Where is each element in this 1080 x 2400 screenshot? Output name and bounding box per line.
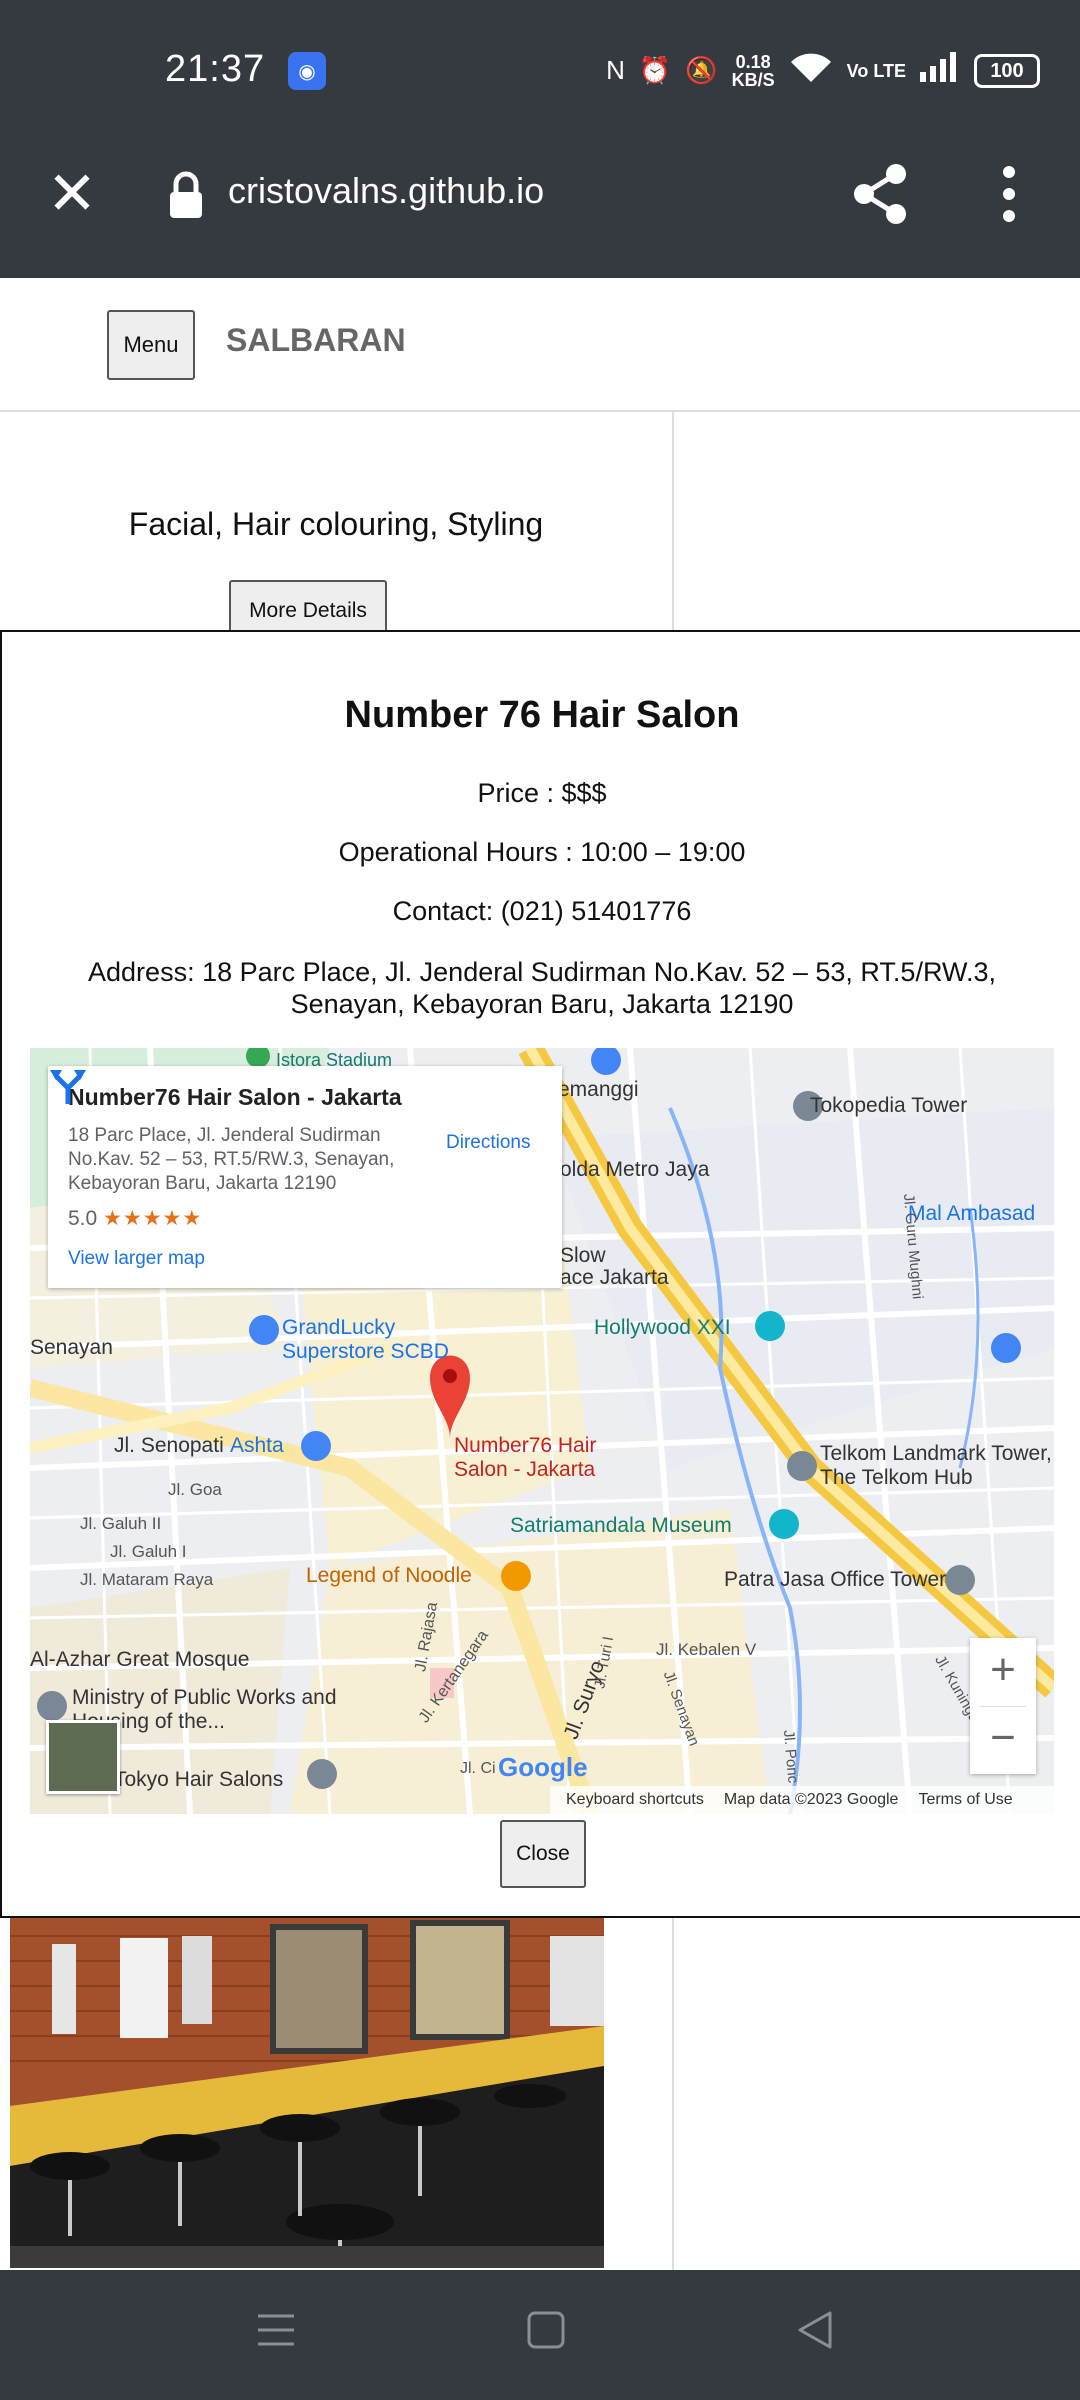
salon-hours: Operational Hours : 10:00 – 19:00 (338, 837, 746, 867)
more-options-icon[interactable] (994, 164, 1024, 224)
directions-link[interactable]: Directions (446, 1132, 530, 1154)
map-label-plaza: ace Jakarta (560, 1266, 669, 1289)
map-label-senopati: Jl. Senopati (114, 1434, 224, 1457)
map-place-rating: 5.0 ★★★★★ (68, 1206, 202, 1231)
site-navbar: Menu SALBARAN (0, 278, 1080, 412)
zoom-divider (980, 1706, 1026, 1707)
speed-unit: KB/S (731, 69, 775, 90)
map-label-tokyo: Tokyo Hair Salons (114, 1768, 284, 1791)
url-text[interactable]: cristovalns.github.io (228, 170, 544, 212)
salon-detail-modal: Number 76 Hair Salon Price : $$$ Operati… (0, 630, 1080, 1918)
map-label-kebalen: Jl. Kebalen V (656, 1640, 757, 1659)
rating-value: 5.0 (68, 1207, 98, 1230)
terms-link[interactable]: Terms of Use (918, 1791, 1012, 1809)
map-label-slow: Slow (560, 1244, 606, 1267)
salon-address: Address: 18 Parc Place, Jl. Jenderal Sud… (88, 957, 996, 1019)
map-label-ashta: Ashta (230, 1434, 284, 1457)
map-label-telkom: Telkom Landmark Tower, The Telkom Hub (820, 1442, 1052, 1489)
status-time: 21:37 (165, 48, 266, 90)
salon-services: Facial, Hair colouring, Styling (128, 506, 544, 542)
status-bar: 21:37 ◉ N ⏰ 🔕 0.18 KB/S Vo LTE 100 (0, 0, 1080, 140)
map-label-mal: Mal Ambasad (908, 1202, 1036, 1225)
volte-label: Vo LTE (846, 60, 906, 81)
google-logo-text: Google (498, 1752, 588, 1782)
mute-icon: 🔕 (685, 55, 718, 85)
recent-apps-icon[interactable] (256, 2310, 296, 2350)
map-label-noodle: Legend of Noodle (306, 1564, 472, 1587)
map-place-name: Number76 Hair Salon - Jakarta (68, 1084, 402, 1110)
embedded-map[interactable]: Tokopedia Tower emanggi olda Metro Jaya … (30, 1048, 1054, 1814)
map-data-text: Map data ©2023 Google (723, 1791, 899, 1808)
map-place-address: 18 Parc Place, Jl. Jenderal Sudirman No.… (68, 1125, 395, 1194)
hotspot-icon: ◉ (288, 52, 326, 90)
network-speed: 0.18 KB/S (732, 53, 775, 89)
share-icon[interactable] (850, 162, 910, 226)
home-icon[interactable] (526, 2310, 566, 2350)
speed-value: 0.18 (735, 51, 771, 72)
map-label-pin: Number76 Hair Salon - Jakarta (454, 1434, 597, 1481)
map-label-satria: Satriamandala Museum (510, 1514, 732, 1537)
map-attribution: Keyboard shortcuts Map data ©2023 Google… (550, 1786, 1054, 1814)
close-button[interactable]: Close (500, 1820, 586, 1888)
alarm-icon: ⏰ (638, 55, 672, 85)
status-icons: N ⏰ 🔕 0.18 KB/S Vo LTE 100 (606, 50, 1040, 91)
keyboard-shortcuts-link[interactable]: Keyboard shortcuts (566, 1791, 704, 1809)
map-info-card: Number76 Hair Salon - Jakarta 18 Parc Pl… (48, 1066, 562, 1288)
zoom-out-button[interactable]: − (970, 1706, 1036, 1774)
signal-icon (920, 52, 960, 89)
map-zoom-control: + − (970, 1638, 1036, 1774)
menu-button[interactable]: Menu (107, 310, 195, 380)
map-label-patra: Patra Jasa Office Tower (724, 1568, 947, 1591)
modal-title: Number 76 Hair Salon (344, 694, 740, 736)
satellite-toggle[interactable] (46, 1720, 120, 1794)
battery-icon: 100 (974, 53, 1040, 88)
browser-toolbar: ✕ cristovalns.github.io (0, 140, 1080, 278)
map-label-hollywood: Hollywood XXI (594, 1316, 731, 1339)
nfc-icon: N (606, 55, 625, 85)
map-label-mataram: Jl. Mataram Raya (80, 1570, 214, 1589)
directions-icon[interactable] (48, 1066, 88, 1106)
system-nav-bar (0, 2270, 1080, 2400)
map-label-alazhar: Al-Azhar Great Mosque (30, 1648, 250, 1671)
map-label-grandlucky: GrandLucky Superstore SCBD (282, 1316, 449, 1363)
salon-price: Price : $$$ (477, 778, 607, 808)
map-label-senayan: Senayan (30, 1336, 113, 1359)
map-label-semanggi: emanggi (558, 1078, 639, 1101)
lock-icon (170, 171, 202, 218)
salon-contact: Contact: (021) 51401776 (392, 896, 692, 926)
map-label-galuh2: Jl. Galuh II (80, 1514, 162, 1533)
google-logo: Google (498, 1752, 588, 1783)
salon-photo (10, 1916, 604, 2268)
wifi-icon (789, 50, 833, 91)
close-tab-icon[interactable]: ✕ (44, 164, 100, 224)
back-icon[interactable] (796, 2310, 836, 2350)
zoom-in-button[interactable]: + (970, 1638, 1036, 1706)
map-label-ciput: Jl. Ci (460, 1760, 496, 1777)
map-label-polda: olda Metro Jaya (560, 1158, 710, 1181)
rating-stars-icon: ★★★★★ (103, 1207, 203, 1230)
site-brand[interactable]: SALBARAN (226, 322, 406, 359)
map-label-goa: Jl. Goa (168, 1480, 222, 1499)
map-label-galuh1: Jl. Galuh I (110, 1542, 187, 1561)
map-label-tokopedia: Tokopedia Tower (810, 1094, 968, 1117)
view-larger-map-link[interactable]: View larger map (68, 1248, 205, 1270)
